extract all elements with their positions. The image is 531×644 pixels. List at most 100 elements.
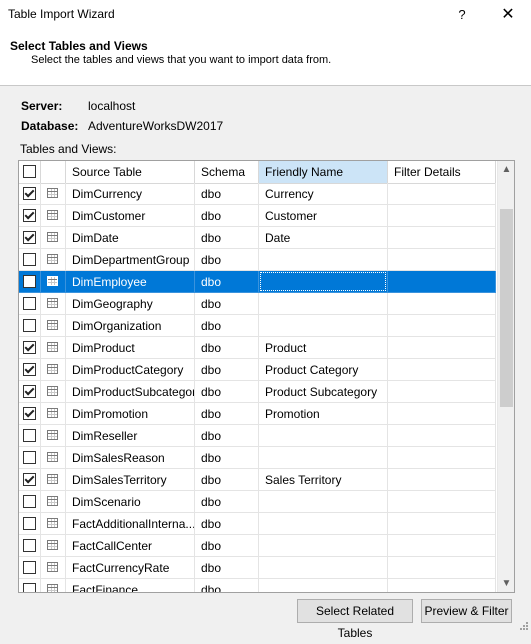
table-row[interactable]: FactCurrencyRate dbo bbox=[19, 557, 496, 579]
table-row[interactable]: DimProductCategory dbo Product Category bbox=[19, 359, 496, 381]
row-checkbox-cell[interactable] bbox=[19, 557, 41, 579]
friendly-name-cell[interactable] bbox=[259, 425, 388, 447]
friendly-name-cell[interactable]: Promotion bbox=[259, 403, 388, 425]
schema-cell[interactable]: dbo bbox=[195, 205, 259, 227]
filter-details-cell[interactable] bbox=[388, 337, 496, 359]
row-checkbox-cell[interactable] bbox=[19, 469, 41, 491]
source-table-cell[interactable]: FactFinance bbox=[66, 579, 195, 592]
row-checkbox-cell[interactable] bbox=[19, 271, 41, 293]
row-checkbox[interactable] bbox=[23, 539, 36, 552]
schema-cell[interactable]: dbo bbox=[195, 447, 259, 469]
friendly-name-cell[interactable] bbox=[259, 579, 388, 592]
row-checkbox[interactable] bbox=[23, 429, 36, 442]
friendly-name-editor[interactable] bbox=[260, 272, 386, 291]
filter-details-cell[interactable] bbox=[388, 469, 496, 491]
select-all-checkbox-cell[interactable] bbox=[19, 161, 41, 183]
filter-details-cell[interactable] bbox=[388, 403, 496, 425]
friendly-name-cell[interactable] bbox=[259, 535, 388, 557]
source-table-cell[interactable]: DimProduct bbox=[66, 337, 195, 359]
row-checkbox[interactable] bbox=[23, 561, 36, 574]
row-checkbox[interactable] bbox=[23, 385, 36, 398]
source-table-cell[interactable]: DimReseller bbox=[66, 425, 195, 447]
row-checkbox[interactable] bbox=[23, 451, 36, 464]
row-checkbox-cell[interactable] bbox=[19, 513, 41, 535]
table-row[interactable]: DimReseller dbo bbox=[19, 425, 496, 447]
row-checkbox-cell[interactable] bbox=[19, 535, 41, 557]
schema-cell[interactable]: dbo bbox=[195, 425, 259, 447]
source-table-cell[interactable]: FactCallCenter bbox=[66, 535, 195, 557]
source-table-cell[interactable]: DimSalesReason bbox=[66, 447, 195, 469]
table-row[interactable]: DimProduct dbo Product bbox=[19, 337, 496, 359]
schema-cell[interactable]: dbo bbox=[195, 535, 259, 557]
friendly-name-cell[interactable]: Sales Territory bbox=[259, 469, 388, 491]
row-checkbox[interactable] bbox=[23, 363, 36, 376]
row-checkbox-cell[interactable] bbox=[19, 183, 41, 205]
filter-details-cell[interactable] bbox=[388, 249, 496, 271]
table-row[interactable]: DimPromotion dbo Promotion bbox=[19, 403, 496, 425]
schema-cell[interactable]: dbo bbox=[195, 315, 259, 337]
table-row[interactable]: DimSalesReason dbo bbox=[19, 447, 496, 469]
select-all-checkbox[interactable] bbox=[23, 165, 36, 178]
filter-details-cell[interactable] bbox=[388, 381, 496, 403]
source-table-cell[interactable]: DimCurrency bbox=[66, 183, 195, 205]
table-row[interactable]: DimDate dbo Date bbox=[19, 227, 496, 249]
source-table-cell[interactable]: DimGeography bbox=[66, 293, 195, 315]
friendly-name-cell[interactable] bbox=[259, 491, 388, 513]
row-checkbox-cell[interactable] bbox=[19, 293, 41, 315]
schema-cell[interactable]: dbo bbox=[195, 249, 259, 271]
row-checkbox-cell[interactable] bbox=[19, 425, 41, 447]
filter-details-cell[interactable] bbox=[388, 425, 496, 447]
row-checkbox-cell[interactable] bbox=[19, 447, 41, 469]
table-row[interactable]: DimGeography dbo bbox=[19, 293, 496, 315]
schema-cell[interactable]: dbo bbox=[195, 227, 259, 249]
column-header-source-table[interactable]: Source Table bbox=[66, 161, 195, 183]
row-checkbox-cell[interactable] bbox=[19, 227, 41, 249]
row-checkbox-cell[interactable] bbox=[19, 403, 41, 425]
vertical-scrollbar[interactable]: ▲ ▼ bbox=[497, 161, 514, 592]
table-row[interactable]: DimCustomer dbo Customer bbox=[19, 205, 496, 227]
help-icon[interactable]: ? bbox=[451, 4, 473, 26]
source-table-cell[interactable]: DimOrganization bbox=[66, 315, 195, 337]
schema-cell[interactable]: dbo bbox=[195, 491, 259, 513]
row-checkbox[interactable] bbox=[23, 253, 36, 266]
row-checkbox-cell[interactable] bbox=[19, 205, 41, 227]
friendly-name-cell[interactable] bbox=[259, 557, 388, 579]
schema-cell[interactable]: dbo bbox=[195, 557, 259, 579]
friendly-name-cell[interactable] bbox=[259, 447, 388, 469]
row-checkbox-cell[interactable] bbox=[19, 315, 41, 337]
table-row[interactable]: DimSalesTerritory dbo Sales Territory bbox=[19, 469, 496, 491]
column-header-friendly-name[interactable]: Friendly Name bbox=[259, 161, 388, 183]
filter-details-cell[interactable] bbox=[388, 227, 496, 249]
friendly-name-cell[interactable]: Product Category bbox=[259, 359, 388, 381]
schema-cell[interactable]: dbo bbox=[195, 381, 259, 403]
row-checkbox[interactable] bbox=[23, 231, 36, 244]
friendly-name-cell[interactable]: Product Subcategory bbox=[259, 381, 388, 403]
table-row[interactable]: FactFinance dbo bbox=[19, 579, 496, 592]
filter-details-cell[interactable] bbox=[388, 535, 496, 557]
filter-details-cell[interactable] bbox=[388, 447, 496, 469]
select-related-tables-button[interactable]: Select Related Tables bbox=[297, 599, 413, 640]
source-table-cell[interactable]: DimProductCategory bbox=[66, 359, 195, 381]
schema-cell[interactable]: dbo bbox=[195, 359, 259, 381]
row-checkbox[interactable] bbox=[23, 495, 36, 508]
chevron-up-icon[interactable]: ▲ bbox=[498, 161, 514, 178]
row-checkbox-cell[interactable] bbox=[19, 249, 41, 271]
column-header-filter-details[interactable]: Filter Details bbox=[388, 161, 496, 183]
source-table-cell[interactable]: DimEmployee bbox=[66, 271, 195, 293]
row-checkbox[interactable] bbox=[23, 319, 36, 332]
table-row[interactable]: FactAdditionalInterna... dbo bbox=[19, 513, 496, 535]
preview-filter-button[interactable]: Preview & Filter bbox=[421, 599, 512, 623]
column-header-schema[interactable]: Schema bbox=[195, 161, 259, 183]
table-row[interactable]: DimDepartmentGroup dbo bbox=[19, 249, 496, 271]
row-checkbox[interactable] bbox=[23, 297, 36, 310]
scrollbar-thumb[interactable] bbox=[500, 209, 513, 407]
source-table-cell[interactable]: DimDate bbox=[66, 227, 195, 249]
friendly-name-cell[interactable] bbox=[259, 293, 388, 315]
friendly-name-cell[interactable] bbox=[259, 271, 388, 293]
row-checkbox-cell[interactable] bbox=[19, 359, 41, 381]
row-checkbox[interactable] bbox=[23, 517, 36, 530]
filter-details-cell[interactable] bbox=[388, 557, 496, 579]
row-checkbox[interactable] bbox=[23, 275, 36, 288]
row-checkbox[interactable] bbox=[23, 473, 36, 486]
friendly-name-cell[interactable]: Customer bbox=[259, 205, 388, 227]
